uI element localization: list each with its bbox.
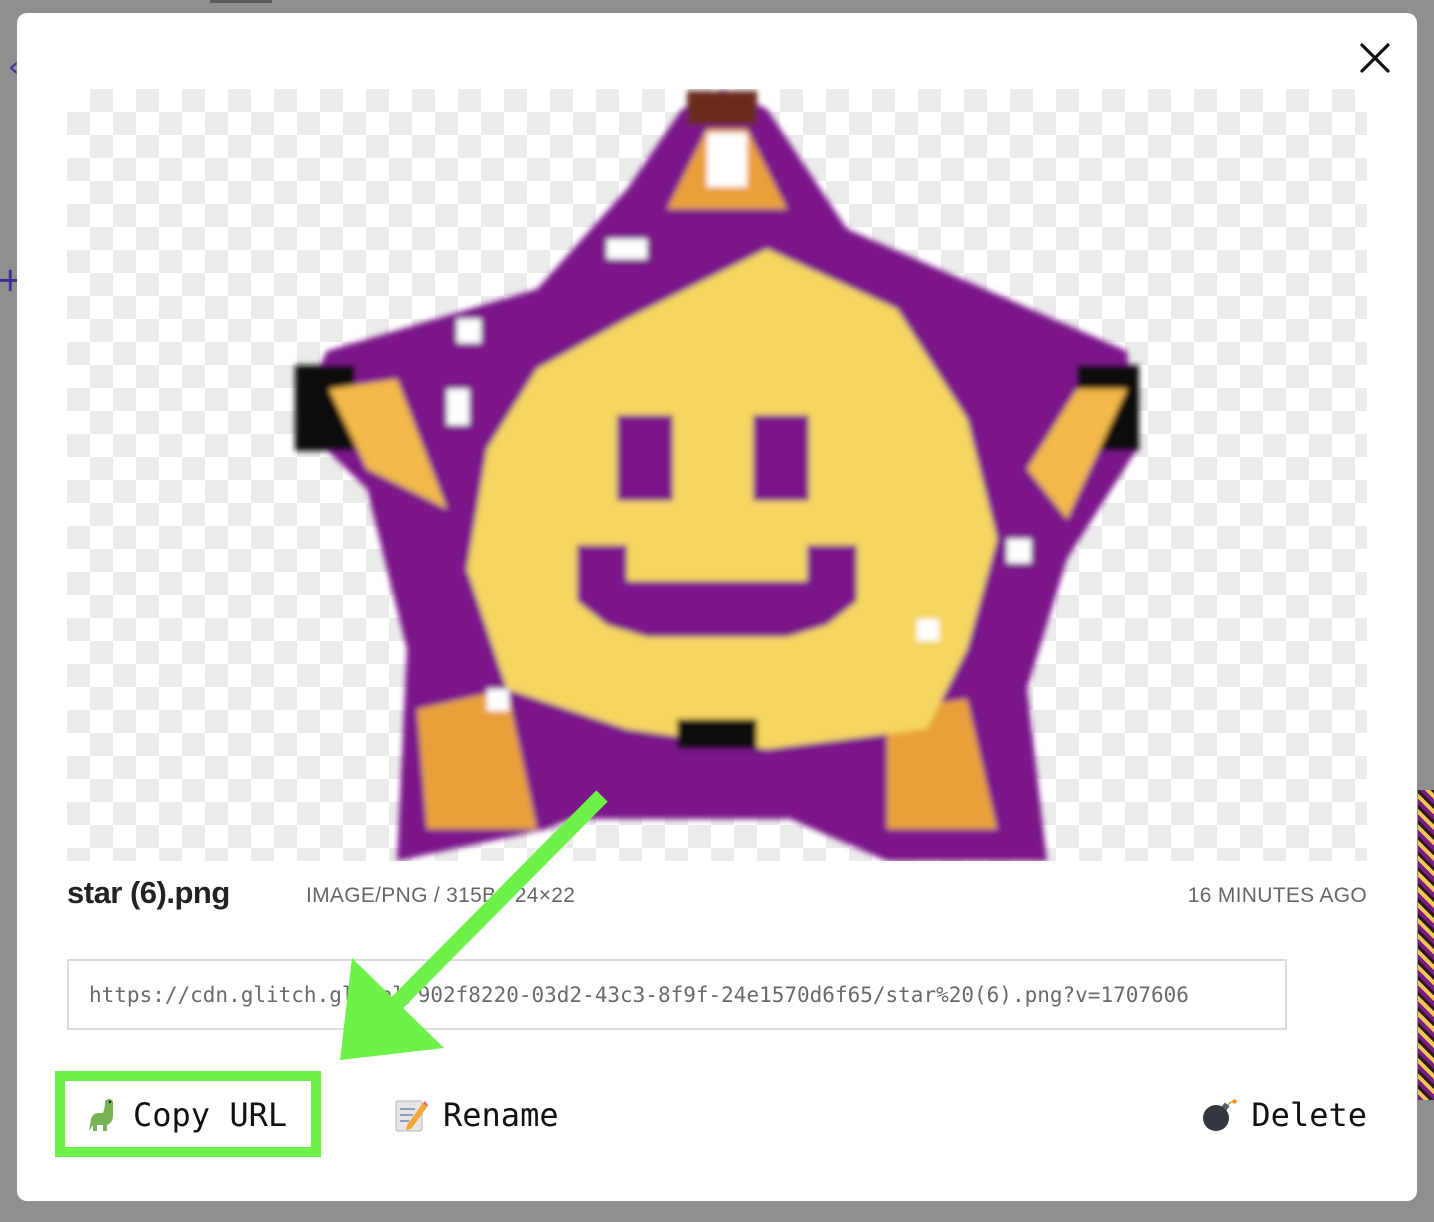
copy-url-button[interactable]: Copy URL [83,1091,287,1139]
copy-url-label: Copy URL [133,1096,288,1134]
dinosaur-icon [89,1099,113,1131]
file-name: star (6).png [67,875,230,910]
delete-label: Delete [1251,1096,1367,1134]
image-preview [67,89,1367,861]
file-timestamp: 16 MINUTES AGO [1187,884,1367,907]
asset-modal: star (6).png IMAGE/PNG / 315B / 24×22 16… [17,13,1417,1201]
rename-label: Rename [443,1096,559,1134]
memo-icon [395,1100,428,1132]
star-image [295,89,1139,861]
background-tab-underline [210,0,272,3]
bomb-icon [1203,1099,1238,1131]
rename-button[interactable]: Rename [393,1091,559,1139]
asset-url-field[interactable] [67,959,1287,1030]
background-image-strip [1418,790,1434,1100]
close-icon [1360,43,1390,73]
delete-button[interactable]: Delete [1201,1091,1367,1139]
file-meta: IMAGE/PNG / 315B / 24×22 [306,884,576,907]
close-button[interactable] [1355,38,1395,78]
